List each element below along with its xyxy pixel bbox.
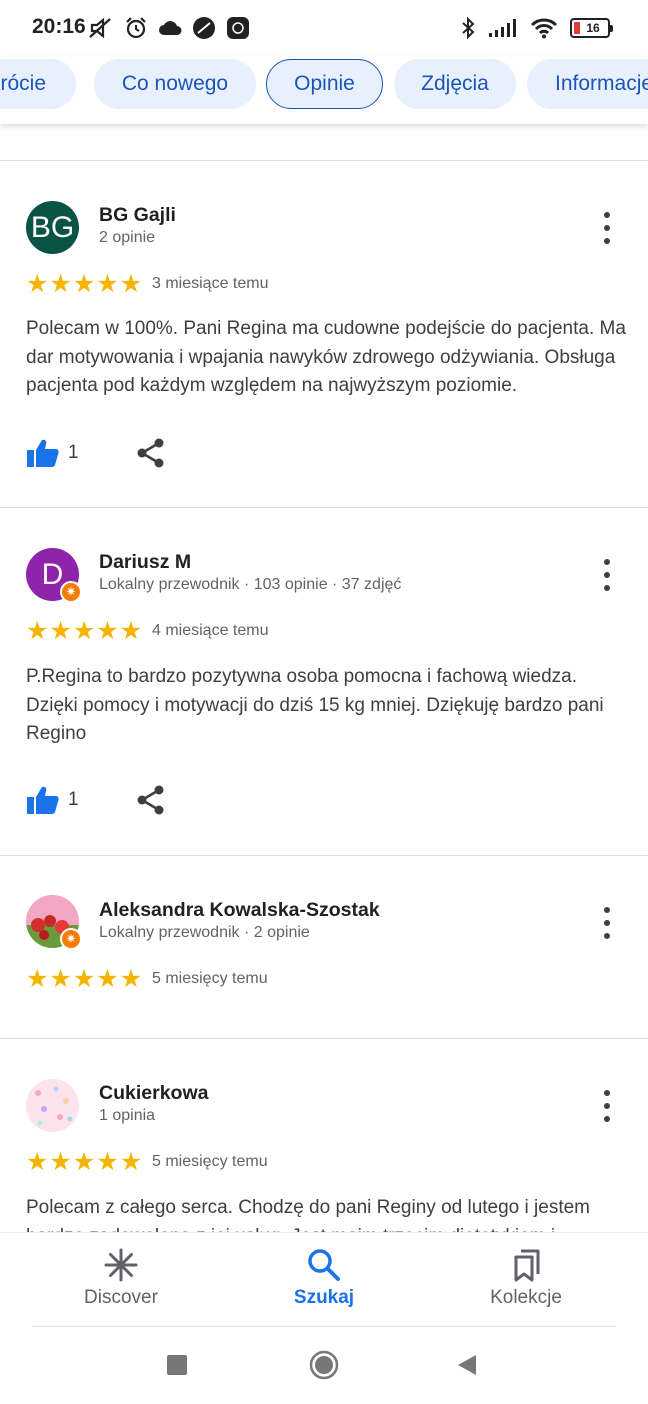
star-icon: ★ <box>26 270 49 298</box>
share-icon[interactable] <box>137 438 165 468</box>
star-icon: ★ <box>26 617 49 645</box>
tab-label: Informacje <box>555 72 648 95</box>
alarm-icon <box>126 17 146 39</box>
star-icon: ★ <box>72 965 96 993</box>
tab-bar: krócie Co nowego Opinie Zdjęcia Informac… <box>0 56 648 124</box>
reviewer-name[interactable]: Aleksandra Kowalska-Szostak <box>99 899 380 922</box>
review-card: ✷ Aleksandra Kowalska-Szostak Lokalny pr… <box>0 855 648 1038</box>
star-icon: ★ <box>49 1148 72 1176</box>
battery-icon: 16 <box>570 18 613 38</box>
star-icon: ★ <box>96 1148 119 1176</box>
tab-info[interactable]: Informacje <box>527 59 648 109</box>
more-options-icon[interactable] <box>602 559 612 591</box>
review-date: 3 miesiące temu <box>152 275 269 292</box>
star-icon: ★ <box>96 965 119 993</box>
review-date: 5 miesięcy temu <box>152 1153 268 1170</box>
nav-search[interactable]: Szukaj <box>259 1247 389 1309</box>
review-card: D ✷ Dariusz M Lokalny przewodnik · 103 o… <box>0 507 648 854</box>
like-count: 1 <box>68 442 79 463</box>
more-options-icon[interactable] <box>602 907 612 939</box>
reviewer-name[interactable]: BG Gajli <box>99 204 176 227</box>
notification-icon <box>227 17 249 39</box>
share-icon[interactable] <box>137 785 165 815</box>
review-date: 4 miesiące temu <box>152 622 269 639</box>
nav-label: Szukaj <box>293 1287 355 1308</box>
asterisk-icon <box>104 1248 138 1282</box>
status-time: 20:16 <box>32 15 86 38</box>
bottom-navigation: Discover Szukaj Kolekcje <box>0 1232 648 1326</box>
star-icon: ★ <box>119 965 143 993</box>
system-navigation <box>0 1327 648 1404</box>
app-icon <box>193 17 215 39</box>
tab-overview[interactable]: krócie <box>0 59 76 109</box>
reviewer-meta: Lokalny przewodnik · 103 opinie · 37 zdj… <box>99 576 402 593</box>
nav-collections[interactable]: Kolekcje <box>461 1247 591 1309</box>
reviewer-meta: 1 opinia <box>99 1107 156 1124</box>
bookmarks-icon <box>514 1249 540 1282</box>
star-icon: ★ <box>72 1148 96 1176</box>
tab-label: Opinie <box>294 72 355 95</box>
star-icon: ★ <box>96 617 119 645</box>
reviewer-name[interactable]: Cukierkowa <box>99 1082 208 1105</box>
avatar[interactable]: ✷ <box>26 895 82 950</box>
avatar-photo <box>26 1079 79 1132</box>
home-icon[interactable] <box>309 1350 339 1380</box>
cloud-icon <box>159 21 182 35</box>
nav-label: Discover <box>84 1287 158 1308</box>
avatar-initials: BG <box>30 210 75 244</box>
tab-label: Zdjęcia <box>421 72 489 95</box>
local-guide-badge-icon: ✷ <box>60 928 82 950</box>
nav-label: Kolekcje <box>490 1287 562 1308</box>
thumbs-up-icon[interactable] <box>26 438 60 468</box>
tab-label: Co nowego <box>121 72 229 95</box>
star-icon: ★ <box>96 270 119 298</box>
star-icon: ★ <box>72 270 96 298</box>
bluetooth-icon <box>462 16 475 40</box>
review-text: P.Regina to bardzo pozytywna osoba pomoc… <box>26 666 604 744</box>
star-icon: ★ <box>119 617 143 645</box>
reviewer-meta: 2 opinie <box>99 229 156 246</box>
avatar[interactable] <box>26 1079 79 1132</box>
avatar[interactable]: BG <box>26 201 79 254</box>
more-options-icon[interactable] <box>602 1090 612 1122</box>
review-date: 5 miesięcy temu <box>152 970 268 987</box>
star-icon: ★ <box>49 270 72 298</box>
recents-icon[interactable] <box>166 1354 188 1376</box>
tab-reviews[interactable]: Opinie <box>266 59 383 109</box>
more-options-icon[interactable] <box>602 212 612 244</box>
star-icon: ★ <box>26 965 49 993</box>
nav-discover[interactable]: Discover <box>56 1247 186 1309</box>
rating-stars: ★ ★ ★ ★ ★ <box>26 619 142 644</box>
review-card: Cukierkowa 1 opinia ★ ★ ★ ★ ★ 5 miesięcy tem… <box>0 1038 648 1232</box>
mute-icon <box>89 17 111 39</box>
avatar[interactable]: D ✷ <box>26 548 82 603</box>
local-guide-badge-icon: ✷ <box>60 581 82 603</box>
review-text: Polecam z całego serca. Chodzę do pani R… <box>26 1197 590 1232</box>
status-bar: 20:16 16 <box>0 0 648 56</box>
reviewer-meta: Lokalny przewodnik · 2 opinie <box>99 924 310 941</box>
star-icon: ★ <box>72 617 96 645</box>
tab-whats-new[interactable]: Co nowego <box>94 59 256 109</box>
wifi-icon <box>530 18 558 39</box>
tab-photos[interactable]: Zdjęcia <box>394 59 516 109</box>
star-icon: ★ <box>49 965 72 993</box>
rating-stars: ★ ★ ★ ★ ★ <box>26 1150 142 1175</box>
star-icon: ★ <box>119 270 143 298</box>
back-icon[interactable] <box>456 1354 478 1376</box>
search-icon <box>308 1249 340 1281</box>
rating-stars: ★ ★ ★ ★ ★ <box>26 967 142 992</box>
like-count: 1 <box>68 789 79 810</box>
tab-label: krócie <box>0 72 47 95</box>
star-icon: ★ <box>49 617 72 645</box>
reviewer-name[interactable]: Dariusz M <box>99 551 191 574</box>
review-text: Polecam w 100%. Pani Regina ma cudowne p… <box>26 318 626 396</box>
review-card: BG BG Gajli 2 opinie ★ ★ ★ ★ ★ 3 miesiące te… <box>0 160 648 507</box>
rating-stars: ★ ★ ★ ★ ★ <box>26 272 142 297</box>
star-icon: ★ <box>26 1148 49 1176</box>
signal-icon <box>489 19 516 37</box>
thumbs-up-icon[interactable] <box>26 785 60 815</box>
battery-level: 16 <box>586 21 600 35</box>
star-icon: ★ <box>119 1148 143 1176</box>
